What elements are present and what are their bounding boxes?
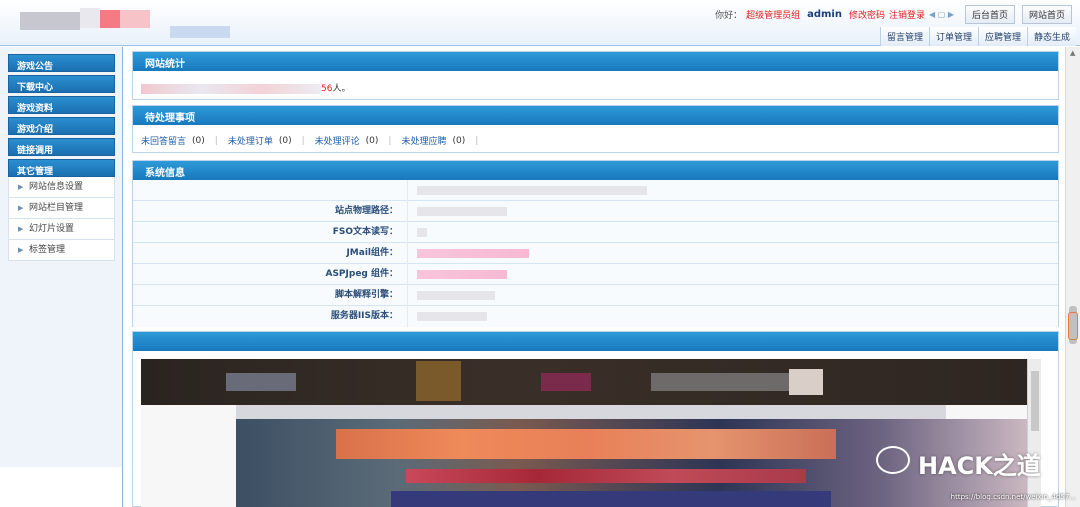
sidebar-item-label: 标签管理 — [29, 245, 66, 255]
sidebar-item-site-info[interactable]: ▶ 网站信息设置 — [8, 177, 115, 198]
pending-unanswered-messages-link[interactable]: 未回答留言 — [141, 134, 186, 147]
triangle-right-icon: ▶ — [18, 246, 24, 254]
redacted-value — [417, 291, 495, 300]
sidebar-section-game-data[interactable]: 游戏资料 — [8, 96, 115, 114]
info-row: 脚本解释引擎： — [133, 285, 1058, 306]
pending-list: 未回答留言 (0) | 未处理订单 (0) | 未处理评论 (0) | 未处理应… — [133, 125, 1058, 156]
pending-unprocessed-applications-link[interactable]: 未处理应聘 — [401, 134, 446, 147]
watermark-url: https://blog.csdn.net/weixin_4d57... — [950, 493, 1076, 501]
tab-order-management[interactable]: 订单管理 — [928, 27, 978, 46]
redacted-value — [417, 228, 427, 237]
pending-count: (0) — [365, 135, 379, 146]
separator: | — [214, 135, 218, 146]
toggle-arrows-icon[interactable]: ◀ ▢ ▶ — [929, 10, 954, 19]
pending-count: (0) — [452, 135, 466, 146]
pending-count: (0) — [278, 135, 292, 146]
redacted-value — [417, 249, 529, 258]
main-scrollbar[interactable]: ▲ — [1065, 47, 1080, 507]
sidebar-item-label: 幻灯片设置 — [29, 224, 75, 234]
logout-link[interactable]: 注销登录 — [889, 8, 925, 21]
info-row: 服务器IIS版本： — [133, 306, 1058, 327]
info-row: FSO文本读写： — [133, 222, 1058, 243]
tab-static-generation[interactable]: 静态生成 — [1026, 27, 1076, 46]
info-label: JMail组件： — [346, 248, 398, 258]
sidebar-item-label: 网站信息设置 — [29, 182, 84, 192]
username-label: admin — [807, 8, 842, 20]
info-label: 脚本解释引擎： — [334, 290, 398, 300]
redacted-value — [417, 270, 507, 279]
triangle-right-icon: ▶ — [18, 183, 24, 191]
greeting-text: 你好： — [715, 10, 743, 21]
pending-unprocessed-comments-link[interactable]: 未处理评论 — [315, 134, 360, 147]
wechat-icon — [876, 446, 910, 474]
redacted-value — [417, 312, 487, 321]
system-info-panel: 系统信息 站点物理路径： FSO文本读写： JMail组件： ASPJpeg 组… — [132, 160, 1059, 327]
main-content: 网站统计 56人。 待处理事项 未回答留言 (0) | 未处理订单 (0) | … — [124, 47, 1065, 507]
pending-count: (0) — [192, 135, 205, 146]
panel-title: 系统信息 — [133, 161, 1058, 180]
tab-application-management[interactable]: 应聘管理 — [977, 27, 1027, 46]
top-header: 你好： 超级管理员组 admin 修改密码 注销登录 ◀ ▢ ▶ 后台首页 网站… — [0, 0, 1080, 46]
info-label: 站点物理路径： — [334, 206, 398, 216]
sidebar-section-downloads[interactable]: 下载中心 — [8, 75, 115, 93]
sidebar: 游戏公告 下载中心 游戏资料 游戏介绍 链接调用 其它管理 ▶ 网站信息设置 ▶… — [0, 47, 123, 507]
panel-title: 网站统计 — [133, 52, 1058, 71]
info-label: 服务器IIS版本： — [330, 311, 398, 321]
preview-scrollbar[interactable] — [1027, 359, 1041, 507]
pending-unprocessed-orders-link[interactable]: 未处理订单 — [228, 134, 273, 147]
separator: | — [388, 135, 392, 146]
visitor-count: 56 — [321, 84, 333, 94]
sidebar-section-link-calls[interactable]: 链接调用 — [8, 138, 115, 156]
triangle-right-icon: ▶ — [18, 225, 24, 233]
triangle-right-icon: ▶ — [18, 204, 24, 212]
visitor-unit: 人。 — [332, 84, 351, 94]
sidebar-section-other-management[interactable]: 其它管理 — [8, 159, 115, 177]
user-group-label: 超级管理员组 — [746, 10, 801, 21]
info-row: 站点物理路径： — [133, 201, 1058, 222]
sidebar-footer — [0, 467, 122, 507]
site-home-button[interactable]: 网站首页 — [1021, 4, 1072, 24]
change-password-link[interactable]: 修改密码 — [849, 8, 885, 21]
separator: | — [301, 135, 305, 146]
site-logo — [20, 8, 230, 38]
stats-panel: 网站统计 56人。 — [132, 51, 1059, 100]
sidebar-section-game-intro[interactable]: 游戏介绍 — [8, 117, 115, 135]
info-row: ASPJpeg 组件： — [133, 264, 1058, 285]
redacted-value — [417, 186, 647, 195]
redacted-value — [417, 207, 507, 216]
admin-home-button[interactable]: 后台首页 — [964, 4, 1015, 24]
watermark-text: HACK之道 — [918, 452, 1041, 480]
tab-message-management[interactable]: 留言管理 — [879, 27, 929, 46]
embedded-page-preview — [141, 359, 1041, 507]
user-info-bar: 你好： 超级管理员组 admin 修改密码 注销登录 ◀ ▢ ▶ 后台首页 网站… — [715, 4, 1072, 24]
panel-title-redacted — [133, 332, 1058, 351]
top-menu: 留言管理 订单管理 应聘管理 静态生成 — [879, 27, 1076, 46]
info-row: JMail组件： — [133, 243, 1058, 264]
panel-title: 待处理事项 — [133, 106, 1058, 125]
sidebar-item-tag-management[interactable]: ▶ 标签管理 — [8, 240, 115, 261]
separator: | — [475, 135, 479, 146]
sidebar-section-game-announcements[interactable]: 游戏公告 — [8, 54, 115, 72]
redacted-text — [141, 83, 321, 94]
scrollbar-highlight — [1068, 312, 1078, 340]
info-row — [133, 180, 1058, 201]
info-label: FSO文本读写： — [332, 227, 398, 237]
info-label: ASPJpeg 组件： — [325, 269, 398, 279]
sidebar-item-column-management[interactable]: ▶ 网站栏目管理 — [8, 198, 115, 219]
stats-body: 56人。 — [133, 71, 1058, 104]
pending-panel: 待处理事项 未回答留言 (0) | 未处理订单 (0) | 未处理评论 (0) … — [132, 105, 1059, 153]
sidebar-item-label: 网站栏目管理 — [29, 203, 84, 213]
sidebar-item-slideshow[interactable]: ▶ 幻灯片设置 — [8, 219, 115, 240]
scroll-up-icon[interactable]: ▲ — [1070, 49, 1075, 57]
